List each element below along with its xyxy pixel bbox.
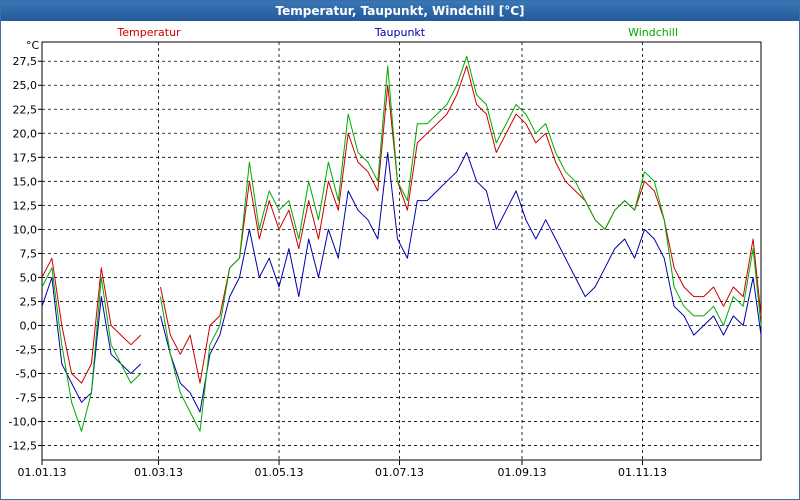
y-tick-label: 25,0 <box>13 79 38 92</box>
y-tick-label: -12,5 <box>9 440 37 453</box>
y-tick-label: 17,5 <box>13 151 38 164</box>
y-tick-label: 5,0 <box>20 271 38 284</box>
legend-temperatur: Temperatur <box>116 26 181 39</box>
chart-window: Temperatur, Taupunkt, Windchill [°C] 27,… <box>0 0 800 500</box>
legend-windchill: Windchill <box>628 26 678 39</box>
y-tick-label: 12,5 <box>13 199 38 212</box>
window-title: Temperatur, Taupunkt, Windchill [°C] <box>1 1 799 21</box>
y-tick-label: 0,0 <box>20 319 38 332</box>
y-tick-label: -5,0 <box>16 368 37 381</box>
y-tick-label: 22,5 <box>13 103 38 116</box>
y-tick-label: 7,5 <box>20 247 38 260</box>
y-tick-label: -10,0 <box>9 416 37 429</box>
y-tick-label: 2,5 <box>20 295 38 308</box>
y-tick-label: 10,0 <box>13 223 38 236</box>
y-tick-label: 27,5 <box>13 55 38 68</box>
y-tick-label: 15,0 <box>13 175 38 188</box>
legend-taupunkt: Taupunkt <box>374 26 426 39</box>
x-tick-label: 01.01.13 <box>18 466 67 479</box>
y-tick-label: -2,5 <box>16 343 37 356</box>
chart: 27,5 25,0 22,5 20,0 17,5 15,0 12,5 10,0 7,5 5,0 2,… <box>9 26 762 479</box>
x-tick-label: 01.05.13 <box>255 466 304 479</box>
plot-area <box>41 41 762 461</box>
x-tick-label: 01.11.13 <box>618 466 667 479</box>
y-tick-label: -7,5 <box>16 392 37 405</box>
x-tick-label: 01.07.13 <box>375 466 424 479</box>
y-tick-label: 20,0 <box>13 127 38 140</box>
x-axis: 01.01.13 01.03.13 01.05.13 01.07.13 01.09.13… <box>18 460 667 479</box>
x-tick-label: 01.09.13 <box>497 466 546 479</box>
y-unit-label: °C <box>26 39 40 52</box>
x-tick-label: 01.03.13 <box>134 466 183 479</box>
y-axis: 27,5 25,0 22,5 20,0 17,5 15,0 12,5 10,0 7,5 5,0 2,… <box>9 55 42 453</box>
